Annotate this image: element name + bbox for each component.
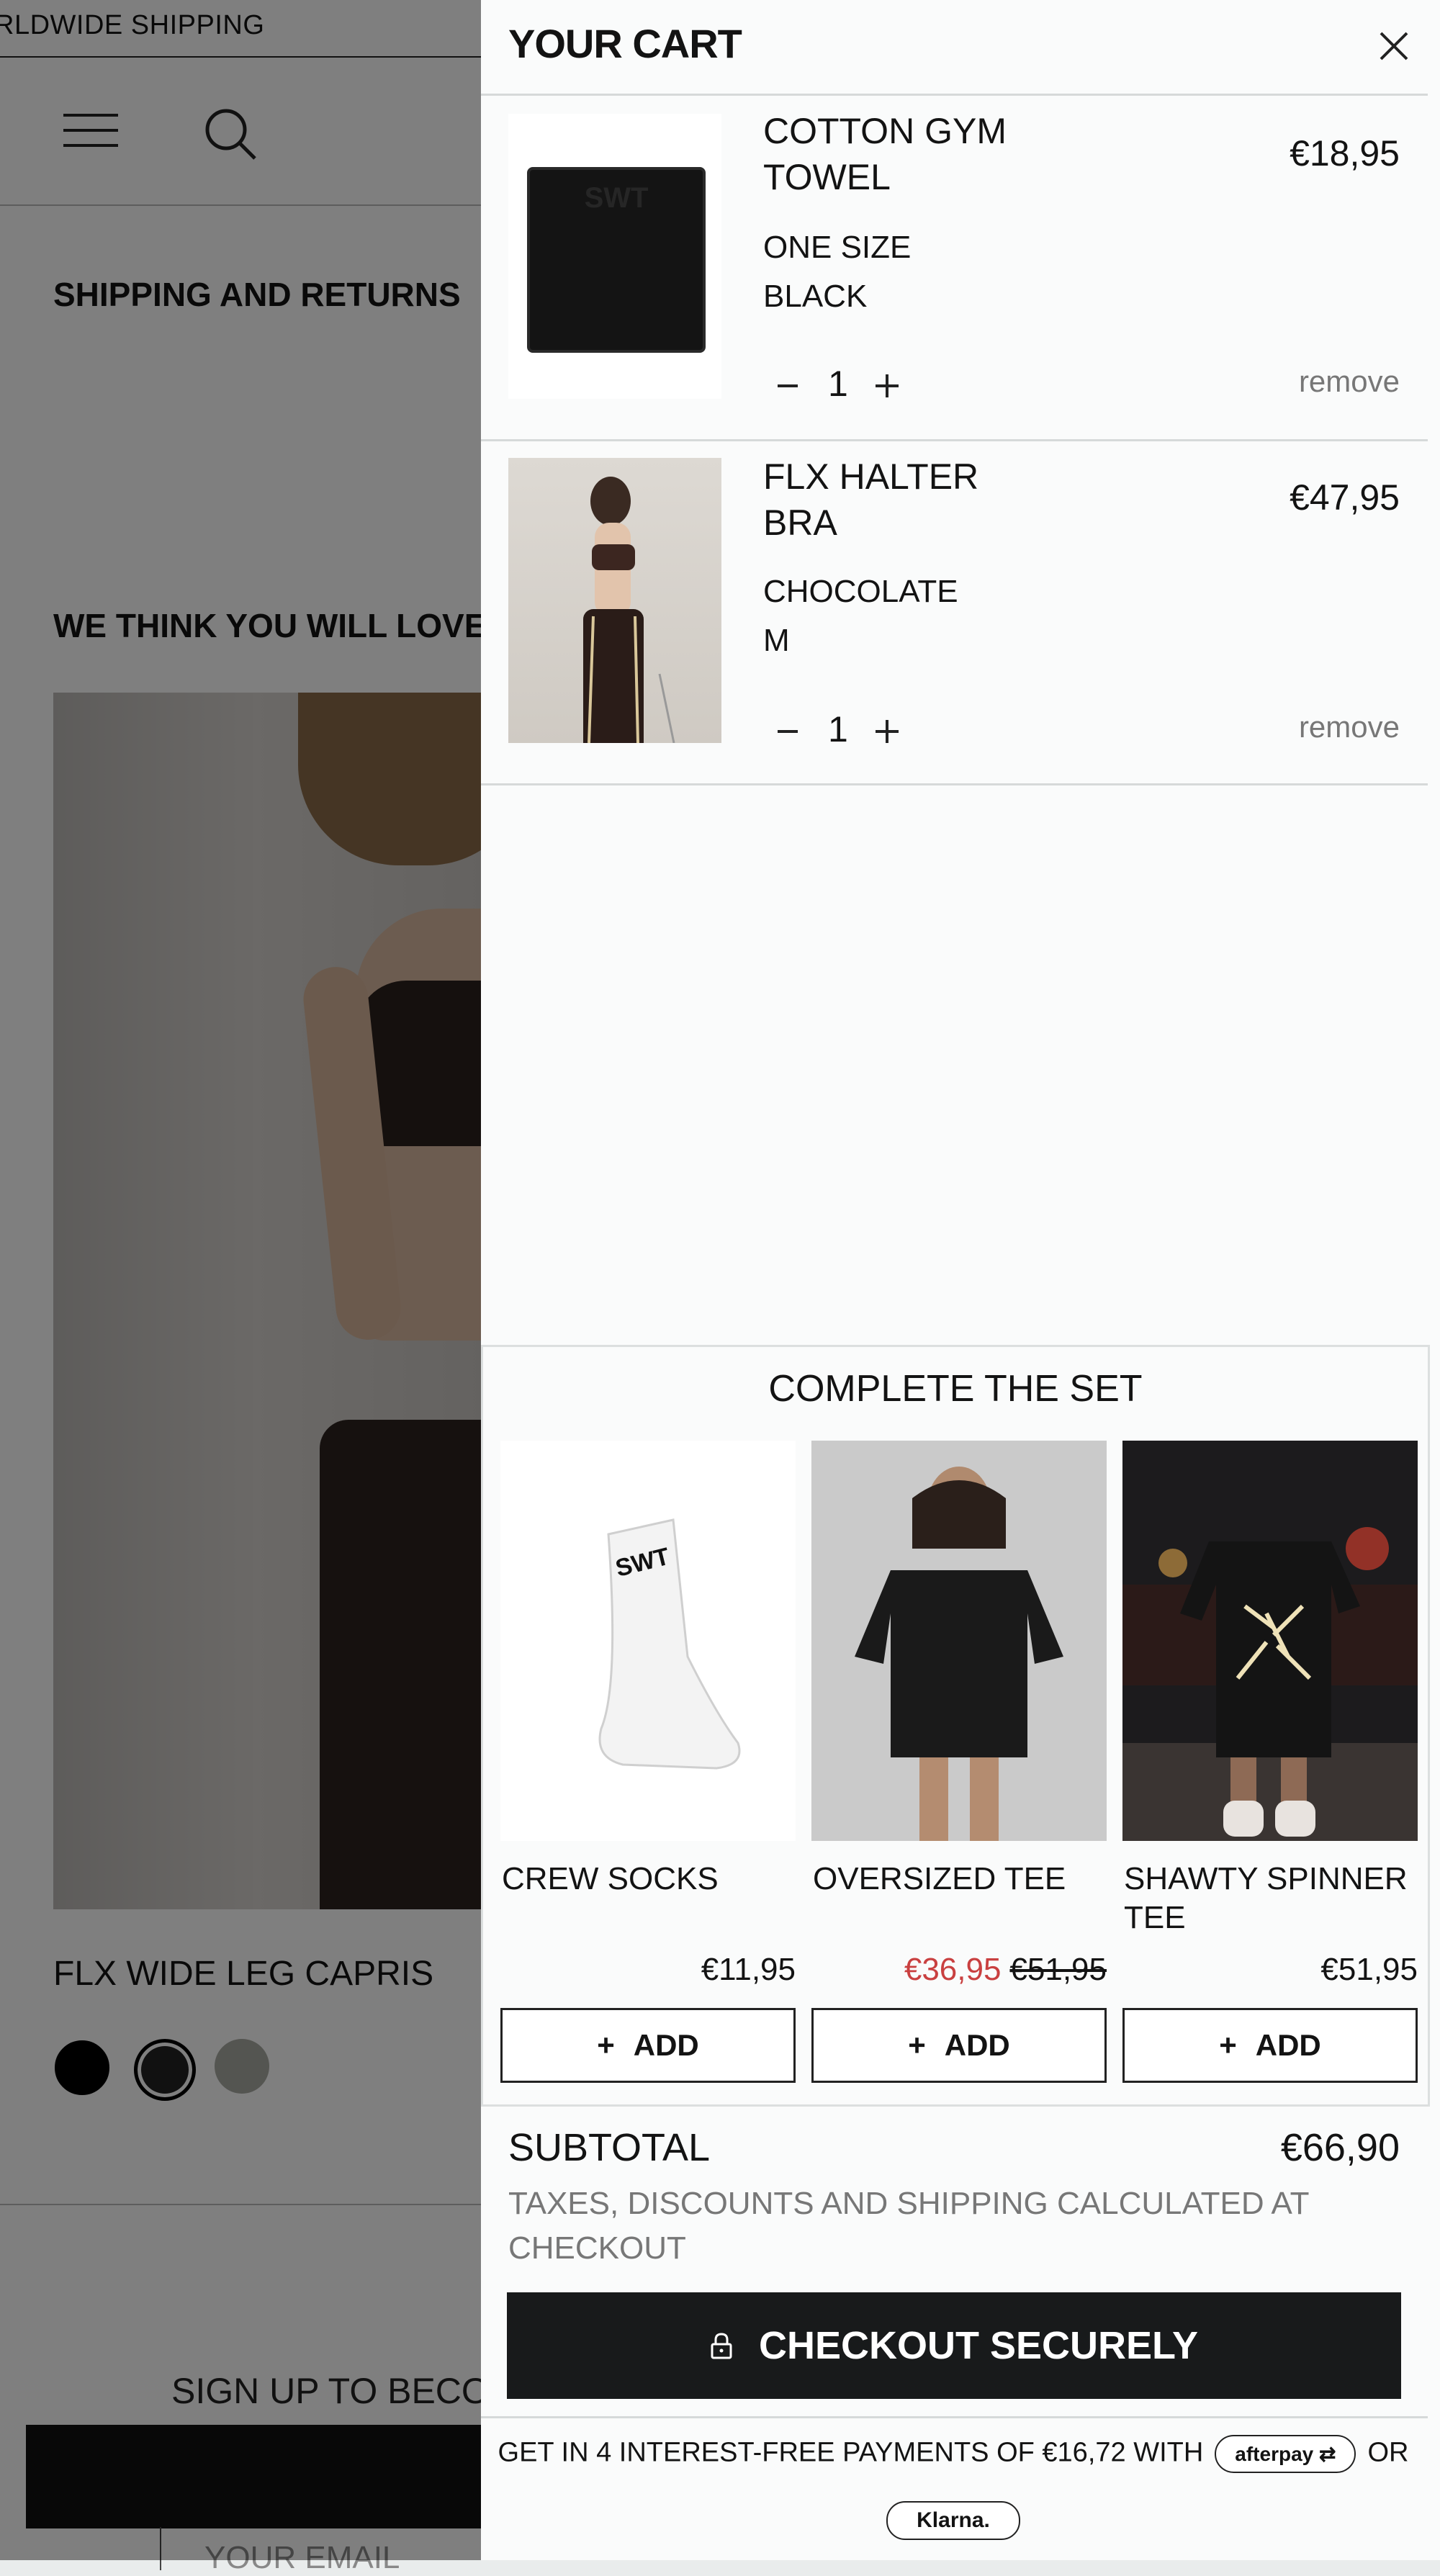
- klarna-row: Klarna.: [481, 2501, 1426, 2540]
- plus-icon[interactable]: [871, 716, 903, 747]
- cart-item-image-bra[interactable]: [508, 458, 721, 743]
- subtotal-value: €66,90: [1280, 2126, 1400, 2169]
- remove-button[interactable]: remove: [1299, 710, 1400, 744]
- oversized-tee-image[interactable]: [811, 1441, 1107, 1841]
- afterpay-logo[interactable]: afterpay ⇄: [1215, 2435, 1356, 2473]
- upsell-product-name[interactable]: OVERSIZED TEE: [813, 1860, 1108, 1899]
- close-icon[interactable]: [1375, 27, 1413, 65]
- original-price: €51,95: [1009, 1952, 1107, 1987]
- remove-button[interactable]: remove: [1299, 364, 1400, 399]
- divider: [481, 783, 1428, 785]
- cart-title: YOUR CART: [508, 21, 742, 66]
- cart-item-name[interactable]: FLX HALTER BRA: [763, 454, 1051, 546]
- cart-item-price: €18,95: [1290, 133, 1400, 174]
- price: €51,95: [1320, 1952, 1418, 1987]
- quantity-stepper: 1: [763, 706, 922, 756]
- add-label: ADD: [633, 2028, 699, 2062]
- or-text: OR: [1367, 2437, 1409, 2468]
- plus-icon: +: [908, 2028, 926, 2062]
- cart-item-color: M: [763, 623, 790, 658]
- plus-icon: +: [1219, 2028, 1237, 2062]
- installments-text: GET IN 4 INTEREST-FREE PAYMENTS OF €16,7…: [498, 2437, 1204, 2468]
- afterpay-text: afterpay: [1235, 2443, 1314, 2465]
- price: €11,95: [701, 1952, 796, 1987]
- checkout-label: CHECKOUT SECURELY: [758, 2324, 1199, 2367]
- add-label: ADD: [1255, 2028, 1321, 2062]
- minus-icon[interactable]: [772, 716, 804, 747]
- cart-item-price: €47,95: [1290, 477, 1400, 518]
- upsell-product-name[interactable]: SHAWTY SPINNER TEE: [1124, 1860, 1419, 1937]
- cart-drawer: YOUR CART SWT COTTON GYM TOWEL ONE SIZE …: [481, 0, 1440, 2560]
- complete-the-set: COMPLETE THE SET SWT CREW SOCKS €11,95 +…: [481, 1345, 1430, 2107]
- checkout-button[interactable]: CHECKOUT SECURELY: [507, 2292, 1401, 2399]
- modal-overlay[interactable]: [0, 0, 481, 2560]
- sale-price: €36,95: [904, 1952, 1002, 1987]
- divider: [481, 439, 1428, 441]
- spinner-tee-image[interactable]: [1122, 1441, 1418, 1841]
- upsell-price: €51,95: [1320, 1952, 1418, 1988]
- quantity-stepper: 1: [763, 360, 922, 410]
- cart-item-name[interactable]: COTTON GYM TOWEL: [763, 108, 1051, 200]
- lock-icon: [711, 2333, 732, 2359]
- subtotal-label: SUBTOTAL: [508, 2126, 711, 2169]
- cart-item-size: ONE SIZE: [763, 230, 912, 265]
- divider: [481, 2416, 1428, 2418]
- add-button[interactable]: + ADD: [811, 2008, 1107, 2083]
- upsell-price: €36,95 €51,95: [904, 1952, 1107, 1988]
- installments-note: GET IN 4 INTEREST-FREE PAYMENTS OF €16,7…: [481, 2435, 1426, 2473]
- divider: [481, 94, 1428, 96]
- upsell-product-name[interactable]: CREW SOCKS: [502, 1860, 797, 1899]
- tax-note: TAXES, DISCOUNTS AND SHIPPING CALCULATED…: [508, 2186, 1309, 2266]
- plus-icon[interactable]: [871, 370, 903, 402]
- quantity-value: 1: [828, 364, 848, 404]
- svg-text:SWT: SWT: [585, 182, 649, 214]
- add-button[interactable]: + ADD: [1122, 2008, 1418, 2083]
- cart-item-color: BLACK: [763, 279, 868, 314]
- cart-item-size: CHOCOLATE: [763, 574, 958, 609]
- socks-image[interactable]: SWT: [500, 1441, 796, 1841]
- upsell-price: €11,95: [701, 1952, 796, 1988]
- klarna-logo[interactable]: Klarna.: [886, 2501, 1020, 2540]
- minus-icon[interactable]: [772, 370, 804, 402]
- cart-item-image-towel[interactable]: SWT: [508, 114, 721, 399]
- quantity-value: 1: [828, 709, 848, 749]
- add-label: ADD: [944, 2028, 1010, 2062]
- plus-icon: +: [597, 2028, 615, 2062]
- add-button[interactable]: + ADD: [500, 2008, 796, 2083]
- complete-set-title: COMPLETE THE SET: [768, 1368, 1143, 1410]
